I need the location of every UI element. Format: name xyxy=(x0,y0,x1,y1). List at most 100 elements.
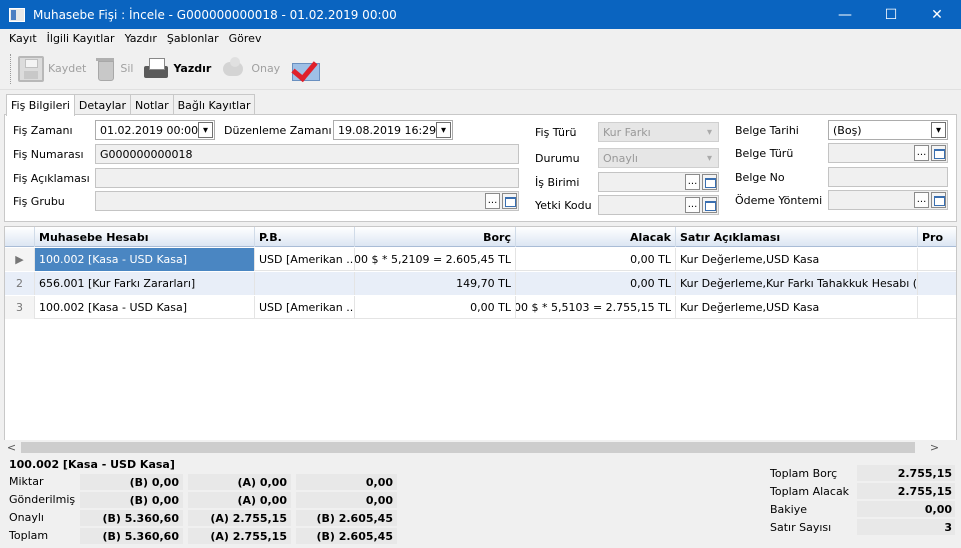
cell-borc[interactable]: 149,70 TL xyxy=(355,272,516,295)
cell-pb[interactable]: USD [Amerikan ... xyxy=(255,296,355,319)
fis-grubu-field[interactable]: ... xyxy=(95,191,519,211)
chevron-down-icon[interactable]: ▾ xyxy=(436,122,451,138)
scroll-right-icon[interactable]: > xyxy=(927,440,942,455)
footer-a-value: (A) 0,00 xyxy=(188,492,291,508)
chevron-down-icon[interactable]: ▾ xyxy=(198,122,213,138)
fis-turu-label: Fiş Türü xyxy=(535,126,577,139)
grid-header-rownum xyxy=(5,227,35,247)
cell-pro[interactable] xyxy=(918,296,956,319)
entries-grid: Muhasebe Hesabı P.B. Borç Alacak Satır A… xyxy=(4,226,957,454)
close-button[interactable]: ✕ xyxy=(914,1,960,29)
duzenleme-zamani-value: 19.08.2019 16:29 xyxy=(338,123,437,137)
save-icon xyxy=(18,55,44,82)
table-row[interactable]: 3 100.002 [Kasa - USD Kasa] USD [Amerika… xyxy=(5,296,956,319)
cell-hesap[interactable]: 656.001 [Kur Farkı Zararları] xyxy=(35,272,255,295)
scroll-left-icon[interactable]: < xyxy=(4,440,19,455)
fis-turu-value: Kur Farkı xyxy=(603,125,651,139)
odeme-yontemi-field[interactable]: ... xyxy=(828,190,948,210)
cell-borc[interactable]: 0,00 TL xyxy=(355,296,516,319)
scroll-thumb[interactable] xyxy=(21,442,915,453)
footer-a-value: (A) 0,00 xyxy=(188,474,291,490)
chevron-down-icon[interactable]: ▾ xyxy=(931,122,946,138)
fis-grubu-label: Fiş Grubu xyxy=(13,195,65,208)
belge-turu-field[interactable]: ... xyxy=(828,143,948,163)
total-label: Satır Sayısı xyxy=(770,521,832,534)
grid-header: Muhasebe Hesabı P.B. Borç Alacak Satır A… xyxy=(5,227,956,247)
footer-a-value: (A) 2.755,15 xyxy=(188,510,291,526)
duzenleme-zamani-field[interactable]: 19.08.2019 16:29 ▾ xyxy=(333,120,453,140)
menu-sablonlar[interactable]: Şablonlar xyxy=(162,32,224,45)
column-pro[interactable]: Pro xyxy=(918,227,956,247)
table-row[interactable]: ▶ 100.002 [Kasa - USD Kasa] USD [Amerika… xyxy=(5,248,956,271)
is-birimi-field[interactable]: ... xyxy=(598,172,719,192)
tab-bagli-kayitlar[interactable]: Bağlı Kayıtlar xyxy=(172,94,256,115)
column-satir-aciklamasi[interactable]: Satır Açıklaması xyxy=(676,227,918,247)
table-row[interactable]: 2 656.001 [Kur Farkı Zararları] 149,70 T… xyxy=(5,272,956,295)
menu-ilgili-kayitlar[interactable]: İlgili Kayıtlar xyxy=(42,32,120,45)
print-button[interactable]: Yazdır xyxy=(143,53,211,85)
belge-tarihi-field[interactable]: (Boş) ▾ xyxy=(828,120,948,140)
cell-aciklama[interactable]: Kur Değerleme,USD Kasa xyxy=(676,296,918,319)
delete-button[interactable]: Sil xyxy=(96,53,133,85)
tab-strip: Fiş Bilgileri Detaylar Notlar Bağlı Kayı… xyxy=(6,94,256,116)
chevron-down-icon[interactable]: ▾ xyxy=(702,150,717,166)
cell-alacak[interactable]: 0,00 TL xyxy=(516,272,676,295)
odeme-browse-button[interactable]: ... xyxy=(914,192,929,208)
durumu-field[interactable]: Onaylı ▾ xyxy=(598,148,719,168)
chevron-down-icon[interactable]: ▾ xyxy=(702,124,717,140)
cell-aciklama[interactable]: Kur Değerleme,USD Kasa xyxy=(676,248,918,271)
fis-grubu-browse-button[interactable]: ... xyxy=(485,193,500,209)
calendar-icon[interactable] xyxy=(702,174,717,190)
yetki-kodu-field[interactable]: ... xyxy=(598,195,719,215)
cell-pro[interactable] xyxy=(918,272,956,295)
yetki-kodu-label: Yetki Kodu xyxy=(535,199,592,212)
tab-notlar[interactable]: Notlar xyxy=(130,94,174,115)
belge-turu-browse-button[interactable]: ... xyxy=(914,145,929,161)
calendar-icon[interactable] xyxy=(931,192,946,208)
menu-kayit[interactable]: Kayıt xyxy=(4,32,42,45)
fis-aciklamasi-field[interactable] xyxy=(95,168,519,188)
maximize-button[interactable]: ☐ xyxy=(868,1,914,29)
cell-pb[interactable]: USD [Amerikan ... xyxy=(255,248,355,271)
footer-c-value: 0,00 xyxy=(296,492,397,508)
cell-pro[interactable] xyxy=(918,248,956,271)
fis-numarasi-field[interactable]: G000000000018 xyxy=(95,144,519,164)
total-label: Toplam Alacak xyxy=(770,485,850,498)
belge-no-field[interactable] xyxy=(828,167,948,187)
column-alacak[interactable]: Alacak xyxy=(516,227,676,247)
toplam-alacak-value: 2.755,15 xyxy=(857,483,955,499)
odeme-yontemi-label: Ödeme Yöntemi xyxy=(735,194,823,207)
check-button[interactable] xyxy=(290,53,322,85)
column-borc[interactable]: Borç xyxy=(355,227,516,247)
is-birimi-browse-button[interactable]: ... xyxy=(685,174,700,190)
minimize-button[interactable]: — xyxy=(822,1,868,29)
column-muhasebe-hesabi[interactable]: Muhasebe Hesabı xyxy=(35,227,255,247)
trash-icon xyxy=(96,56,116,82)
cell-alacak[interactable]: 0,00 TL xyxy=(516,248,676,271)
calendar-icon[interactable] xyxy=(931,145,946,161)
cell-hesap[interactable]: 100.002 [Kasa - USD Kasa] xyxy=(35,296,255,319)
title-bar: Muhasebe Fişi : İncele - G000000000018 -… xyxy=(0,0,961,29)
column-pb[interactable]: P.B. xyxy=(255,227,355,247)
fis-zamani-field[interactable]: 01.02.2019 00:00 ▾ xyxy=(95,120,215,140)
calendar-icon[interactable] xyxy=(502,193,517,209)
yetki-kodu-browse-button[interactable]: ... xyxy=(685,197,700,213)
calendar-icon[interactable] xyxy=(702,197,717,213)
cell-pb[interactable] xyxy=(255,272,355,295)
approve-button[interactable]: Onay xyxy=(221,53,280,85)
cell-alacak[interactable]: 500 $ * 5,5103 = 2.755,15 TL xyxy=(516,296,676,319)
print-label: Yazdır xyxy=(173,62,212,75)
footer-b-value: (B) 0,00 xyxy=(80,492,183,508)
durumu-label: Durumu xyxy=(535,152,580,165)
cell-borc[interactable]: 500 $ * 5,2109 = 2.605,45 TL xyxy=(355,248,516,271)
save-button[interactable]: Kaydet xyxy=(18,53,86,85)
tab-detaylar[interactable]: Detaylar xyxy=(73,94,132,115)
printer-icon xyxy=(143,56,169,82)
menu-yazdir[interactable]: Yazdır xyxy=(120,32,162,45)
cell-aciklama[interactable]: Kur Değerleme,Kur Farkı Tahakkuk Hesabı … xyxy=(676,272,918,295)
cell-hesap[interactable]: 100.002 [Kasa - USD Kasa] xyxy=(35,248,255,271)
fis-turu-field[interactable]: Kur Farkı ▾ xyxy=(598,122,719,142)
horizontal-scrollbar[interactable]: < > xyxy=(4,440,957,455)
menu-gorev[interactable]: Görev xyxy=(224,32,267,45)
tab-fis-bilgileri[interactable]: Fiş Bilgileri xyxy=(6,94,75,116)
